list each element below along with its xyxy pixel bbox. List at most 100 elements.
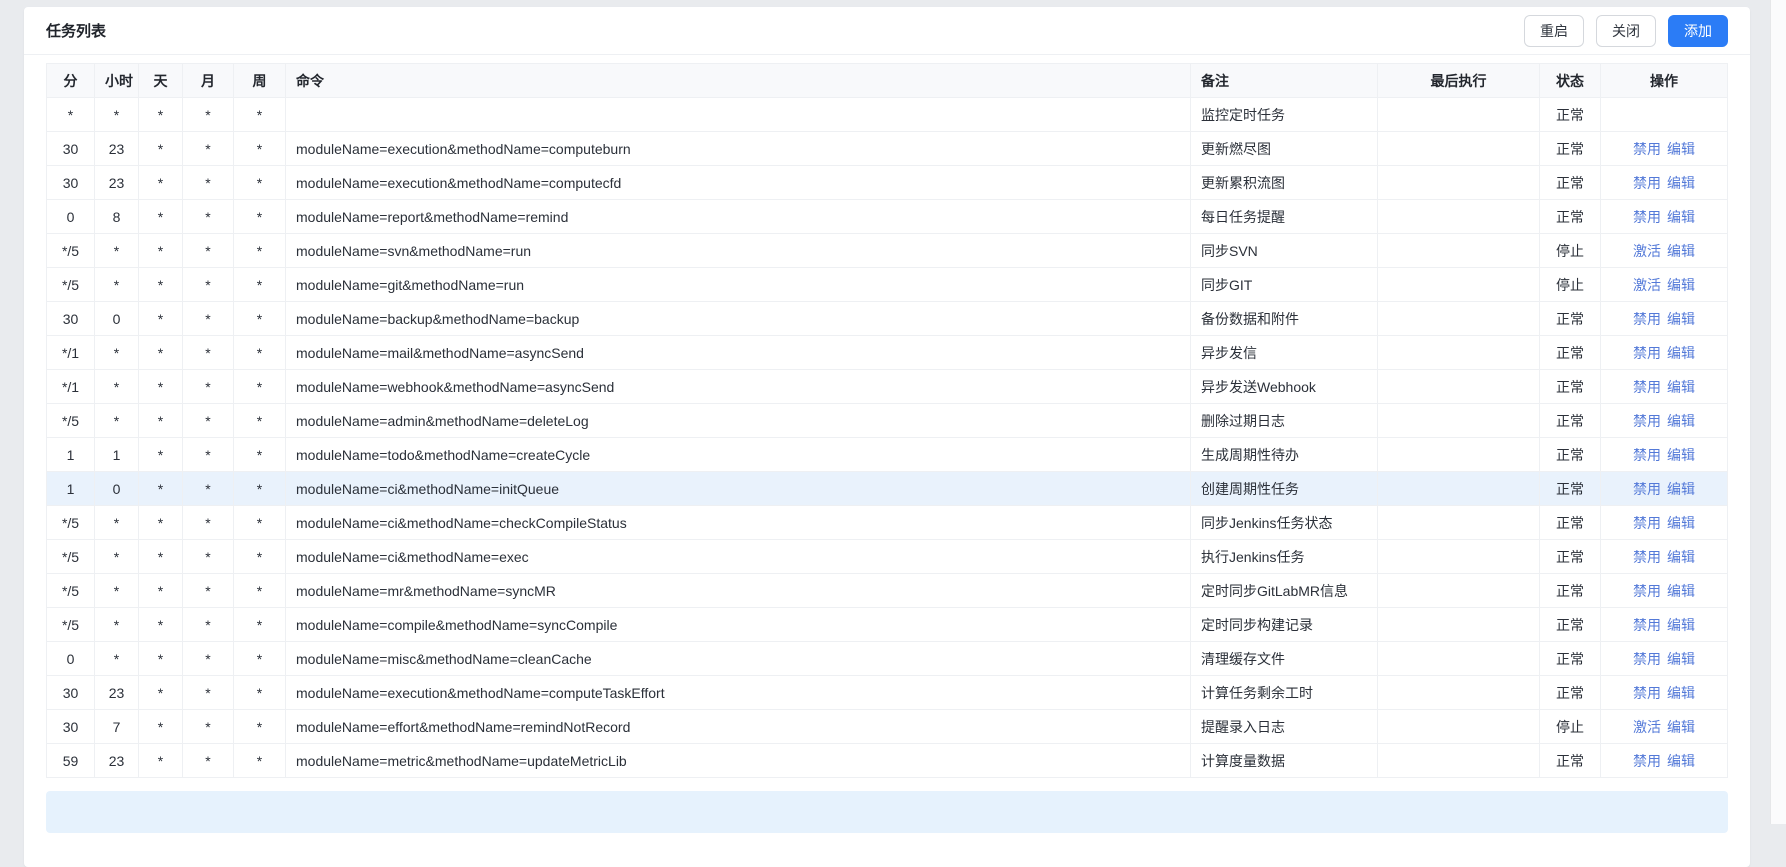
lastExec-cell — [1377, 437, 1540, 472]
disable-action-link[interactable]: 禁用 — [1633, 447, 1661, 463]
minute-cell: */1 — [46, 335, 95, 370]
disable-action-link[interactable]: 禁用 — [1633, 311, 1661, 327]
week-cell: * — [233, 97, 286, 132]
actions-cell: 禁用 编辑 — [1600, 675, 1728, 710]
hour-cell: * — [94, 573, 139, 608]
edit-action-link[interactable]: 编辑 — [1667, 345, 1695, 361]
task-row: 1 0 * * * moduleName=ci&methodName=initQueue 创… — [46, 471, 1728, 506]
lastExec-cell — [1377, 675, 1540, 710]
hour-cell: * — [94, 607, 139, 642]
edit-action-link[interactable]: 编辑 — [1667, 141, 1695, 157]
day-cell: * — [138, 607, 183, 642]
activate-action-link[interactable]: 激活 — [1633, 277, 1661, 293]
edit-action-link[interactable]: 编辑 — [1667, 277, 1695, 293]
edit-action-link[interactable]: 编辑 — [1667, 719, 1695, 735]
actions-cell: 禁用 编辑 — [1600, 437, 1728, 472]
minute-cell: * — [46, 97, 95, 132]
disable-action-link[interactable]: 禁用 — [1633, 175, 1661, 191]
week-cell: * — [233, 675, 286, 710]
command-cell — [285, 97, 1191, 132]
edit-action-link[interactable]: 编辑 — [1667, 515, 1695, 531]
actions-cell: 禁用 编辑 — [1600, 403, 1728, 438]
remark-cell: 计算度量数据 — [1190, 743, 1378, 778]
command-cell: moduleName=mr&methodName=syncMR — [285, 573, 1191, 608]
status-cell: 正常 — [1539, 743, 1601, 778]
card-body: 分小时天月周命令 备注 最后执行 状态 操作 * * * * * 监控定时任务 正常 30 23 * * * m… — [24, 55, 1750, 833]
minute-cell: 30 — [46, 675, 95, 710]
minute-cell: */5 — [46, 267, 95, 302]
edit-action-link[interactable]: 编辑 — [1667, 753, 1695, 769]
minute-cell: */1 — [46, 369, 95, 404]
close-button[interactable]: 关闭 — [1596, 14, 1656, 47]
status-cell: 正常 — [1539, 403, 1601, 438]
hour-cell: * — [94, 539, 139, 574]
actions-cell: 禁用 编辑 — [1600, 743, 1728, 778]
edit-action-link[interactable]: 编辑 — [1667, 243, 1695, 259]
day-cell: * — [138, 471, 183, 506]
browser-scrollbar[interactable] — [1770, 0, 1786, 824]
disable-action-link[interactable]: 禁用 — [1633, 753, 1661, 769]
edit-action-link[interactable]: 编辑 — [1667, 651, 1695, 667]
disable-action-link[interactable]: 禁用 — [1633, 583, 1661, 599]
minute-cell: 0 — [46, 199, 95, 234]
edit-action-link[interactable]: 编辑 — [1667, 311, 1695, 327]
disable-action-link[interactable]: 禁用 — [1633, 345, 1661, 361]
day-cell: * — [138, 743, 183, 778]
day-cell: * — [138, 641, 183, 676]
task-row: */1 * * * * moduleName=mail&methodName=asyncS… — [46, 335, 1728, 370]
disable-action-link[interactable]: 禁用 — [1633, 379, 1661, 395]
day-cell: * — [138, 97, 183, 132]
edit-action-link[interactable]: 编辑 — [1667, 481, 1695, 497]
disable-action-link[interactable]: 禁用 — [1633, 685, 1661, 701]
remark-cell: 删除过期日志 — [1190, 403, 1378, 438]
disable-action-link[interactable]: 禁用 — [1633, 617, 1661, 633]
activate-action-link[interactable]: 激活 — [1633, 243, 1661, 259]
actions-cell: 禁用 编辑 — [1600, 131, 1728, 166]
edit-action-link[interactable]: 编辑 — [1667, 617, 1695, 633]
command-cell: moduleName=admin&methodName=deleteLog — [285, 403, 1191, 438]
month-cell: * — [182, 369, 234, 404]
status-cell: 停止 — [1539, 267, 1601, 302]
hour-cell: * — [94, 641, 139, 676]
edit-action-link[interactable]: 编辑 — [1667, 379, 1695, 395]
day-cell: * — [138, 267, 183, 302]
disable-action-link[interactable]: 禁用 — [1633, 141, 1661, 157]
activate-action-link[interactable]: 激活 — [1633, 719, 1661, 735]
week-cell: * — [233, 641, 286, 676]
edit-action-link[interactable]: 编辑 — [1667, 685, 1695, 701]
task-row: * * * * * 监控定时任务 正常 — [46, 97, 1728, 132]
minute-cell: */5 — [46, 573, 95, 608]
command-cell: moduleName=execution&methodName=computeb… — [285, 131, 1191, 166]
minute-cell: */5 — [46, 539, 95, 574]
minute-cell: 30 — [46, 301, 95, 336]
week-cell: * — [233, 471, 286, 506]
status-cell: 正常 — [1539, 437, 1601, 472]
add-button[interactable]: 添加 — [1668, 14, 1728, 47]
command-cell: moduleName=ci&methodName=checkCompileSta… — [285, 505, 1191, 540]
task-row: 30 0 * * * moduleName=backup&methodName=backu… — [46, 301, 1728, 336]
edit-action-link[interactable]: 编辑 — [1667, 413, 1695, 429]
remark-cell: 每日任务提醒 — [1190, 199, 1378, 234]
restart-button[interactable]: 重启 — [1524, 14, 1584, 47]
minute-cell: */5 — [46, 233, 95, 268]
edit-action-link[interactable]: 编辑 — [1667, 447, 1695, 463]
edit-action-link[interactable]: 编辑 — [1667, 175, 1695, 191]
disable-action-link[interactable]: 禁用 — [1633, 549, 1661, 565]
status-cell: 正常 — [1539, 199, 1601, 234]
lastExec-cell — [1377, 539, 1540, 574]
edit-action-link[interactable]: 编辑 — [1667, 583, 1695, 599]
actions-cell: 禁用 编辑 — [1600, 641, 1728, 676]
disable-action-link[interactable]: 禁用 — [1633, 515, 1661, 531]
task-row: 30 23 * * * moduleName=execution&methodName=c… — [46, 131, 1728, 166]
remark-cell: 清理缓存文件 — [1190, 641, 1378, 676]
status-cell: 停止 — [1539, 709, 1601, 744]
edit-action-link[interactable]: 编辑 — [1667, 209, 1695, 225]
edit-action-link[interactable]: 编辑 — [1667, 549, 1695, 565]
disable-action-link[interactable]: 禁用 — [1633, 481, 1661, 497]
disable-action-link[interactable]: 禁用 — [1633, 651, 1661, 667]
actions-cell: 禁用 编辑 — [1600, 165, 1728, 200]
disable-action-link[interactable]: 禁用 — [1633, 413, 1661, 429]
disable-action-link[interactable]: 禁用 — [1633, 209, 1661, 225]
week-cell: * — [233, 403, 286, 438]
task-row: */5 * * * * moduleName=ci&methodName=exec 执行Je… — [46, 539, 1728, 574]
